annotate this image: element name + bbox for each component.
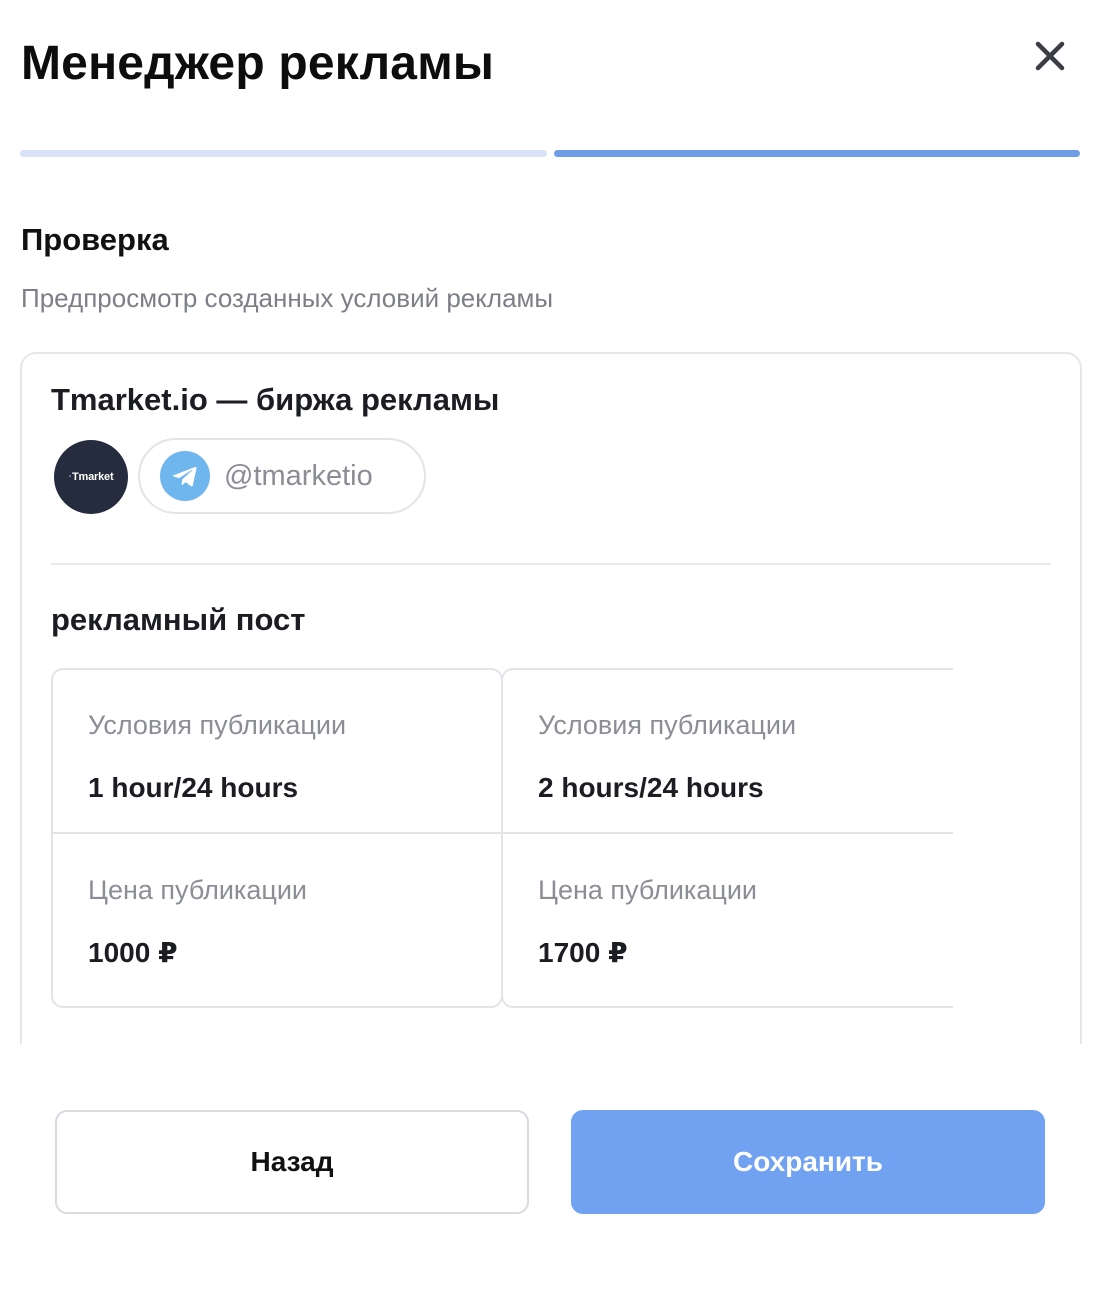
offer-conditions: Условия публикации 2 hours/24 hours: [503, 670, 953, 834]
preview-card: Tmarket.io — биржа рекламы · Tmarket @tma…: [20, 352, 1082, 1044]
divider: [51, 563, 1051, 565]
channel-handle: @tmarketio: [224, 459, 373, 492]
channel-handle-link[interactable]: @tmarketio: [138, 438, 426, 514]
conditions-value: 1 hour/24 hours: [88, 772, 299, 803]
close-icon: [1035, 41, 1065, 71]
offer-card: Условия публикации 1 hour/24 hours Цена …: [51, 668, 503, 1008]
avatar: · Tmarket: [54, 440, 128, 514]
price-label: Цена публикации: [88, 875, 307, 905]
section-title: Проверка: [21, 222, 169, 257]
save-button[interactable]: Сохранить: [571, 1110, 1045, 1214]
offer-price: Цена публикации 1000 ₽: [53, 833, 501, 995]
offer-price: Цена публикации 1700 ₽: [503, 833, 953, 995]
conditions-label: Условия публикации: [88, 710, 347, 740]
ad-manager-modal: Менеджер рекламы Проверка Предпросмотр с…: [0, 0, 1106, 1296]
conditions-label: Условия публикации: [538, 710, 797, 740]
page-title: Менеджер рекламы: [21, 37, 495, 90]
price-label: Цена публикации: [538, 875, 757, 905]
avatar-logo-text: Tmarket: [72, 471, 114, 483]
back-button[interactable]: Назад: [55, 1110, 529, 1214]
price-value: 1000 ₽: [88, 937, 178, 968]
close-button[interactable]: [1030, 36, 1070, 76]
progress-step-1: [20, 150, 547, 157]
channel-name: Tmarket.io — биржа рекламы: [51, 382, 500, 417]
section-subtitle: Предпросмотр созданных условий рекламы: [21, 283, 554, 313]
post-type-title: рекламный пост: [51, 602, 306, 637]
progress-step-2: [554, 150, 1080, 157]
telegram-icon: [160, 451, 210, 501]
offer-conditions: Условия публикации 1 hour/24 hours: [53, 670, 501, 834]
offer-card: Условия публикации 2 hours/24 hours Цена…: [501, 668, 953, 1008]
conditions-value: 2 hours/24 hours: [538, 772, 764, 803]
price-value: 1700 ₽: [538, 937, 628, 968]
